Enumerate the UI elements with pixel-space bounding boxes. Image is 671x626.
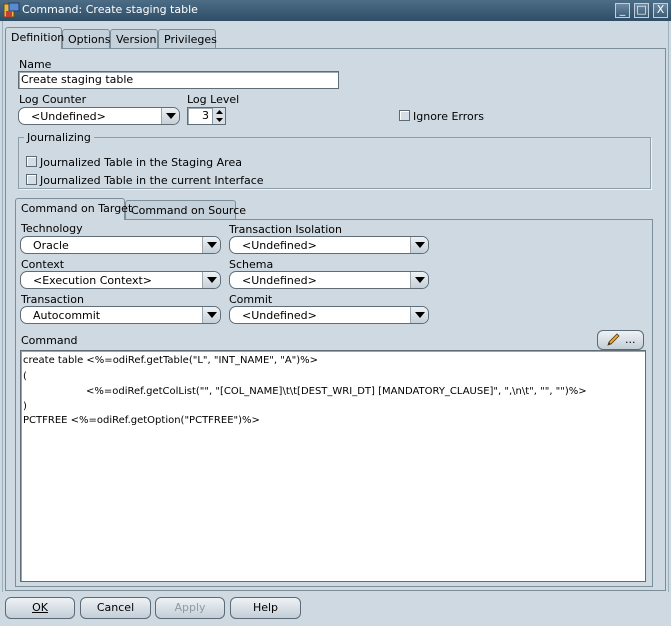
journal-staging-label: Journalized Table in the Staging Area [40, 156, 242, 169]
tab-version[interactable]: Version [110, 29, 158, 49]
log-level-label: Log Level [187, 93, 240, 106]
schema-value: <Undefined> [242, 274, 317, 287]
context-label: Context [21, 258, 65, 271]
technology-value: Oracle [33, 239, 69, 252]
journal-interface-checkbox[interactable] [26, 174, 37, 185]
name-field[interactable]: Create staging table [18, 71, 339, 89]
chevron-down-icon [161, 108, 179, 124]
name-label: Name [19, 58, 52, 71]
journal-interface-label: Journalized Table in the current Interfa… [40, 174, 264, 187]
tab-command-on-target[interactable]: Command on Target [15, 198, 132, 220]
journal-staging-checkbox[interactable] [26, 156, 37, 167]
chevron-down-icon [202, 272, 220, 288]
log-counter-label: Log Counter [19, 93, 87, 106]
ignore-errors-label: Ignore Errors [413, 110, 485, 123]
edit-button-label: ... [625, 333, 636, 346]
chevron-down-icon [410, 237, 428, 253]
isolation-label: Transaction Isolation [229, 223, 342, 236]
code-line: ( [23, 371, 27, 382]
commit-label: Commit [229, 293, 273, 306]
app-icon [3, 2, 20, 18]
ok-button[interactable]: OK [5, 597, 75, 619]
command-editor[interactable]: create table <%=odiRef.getTable("L", "IN… [20, 350, 646, 582]
schema-label: Schema [229, 258, 274, 271]
help-button[interactable]: Help [230, 597, 301, 619]
ignore-errors-checkbox[interactable] [399, 110, 410, 121]
technology-select[interactable]: Oracle [20, 236, 221, 254]
spinner-arrows-icon[interactable] [212, 108, 225, 124]
edit-command-button[interactable]: ... [597, 330, 644, 350]
pencil-icon [606, 333, 620, 346]
journalizing-title: Journalizing [24, 131, 94, 144]
apply-button-label: Apply [174, 601, 206, 614]
tab-definition[interactable]: Definition [5, 27, 64, 49]
apply-button[interactable]: Apply [155, 597, 225, 619]
commit-value: <Undefined> [242, 309, 317, 322]
title-bar[interactable]: Command: Create staging table _ □ X [0, 0, 671, 21]
transaction-label: Transaction [21, 293, 84, 306]
cancel-button[interactable]: Cancel [80, 597, 151, 619]
close-button[interactable]: X [653, 3, 668, 18]
maximize-button[interactable]: □ [634, 3, 649, 18]
minimize-button[interactable]: _ [615, 3, 630, 18]
cancel-button-label: Cancel [96, 601, 135, 614]
code-line: create table <%=odiRef.getTable("L", "IN… [23, 355, 319, 366]
ok-button-label: OK [32, 601, 48, 614]
schema-select[interactable]: <Undefined> [229, 271, 429, 289]
help-button-label: Help [252, 601, 279, 614]
chevron-down-icon [202, 237, 220, 253]
chevron-down-icon [410, 307, 428, 323]
tab-command-on-source[interactable]: Command on Source [125, 200, 246, 220]
chevron-down-icon [410, 272, 428, 288]
tab-options[interactable]: Options [62, 29, 110, 49]
context-value: <Execution Context> [33, 274, 153, 287]
commit-select[interactable]: <Undefined> [229, 306, 429, 324]
log-counter-select[interactable]: <Undefined> [18, 107, 180, 125]
context-select[interactable]: <Execution Context> [20, 271, 221, 289]
code-line: ) [23, 401, 27, 412]
log-counter-value: <Undefined> [31, 110, 106, 123]
tab-privileges[interactable]: Privileges [158, 29, 217, 49]
transaction-select[interactable]: Autocommit [20, 306, 221, 324]
isolation-select[interactable]: <Undefined> [229, 236, 429, 254]
command-label: Command [21, 334, 78, 347]
chevron-down-icon [202, 307, 220, 323]
code-line: <%=odiRef.getColList("", "[COL_NAME]\t\t… [86, 386, 587, 397]
isolation-value: <Undefined> [242, 239, 317, 252]
technology-label: Technology [21, 222, 83, 235]
transaction-value: Autocommit [33, 309, 101, 322]
window-title: Command: Create staging table [22, 3, 198, 16]
code-line: PCTFREE <%=odiRef.getOption("PCTFREE")%> [23, 415, 260, 426]
